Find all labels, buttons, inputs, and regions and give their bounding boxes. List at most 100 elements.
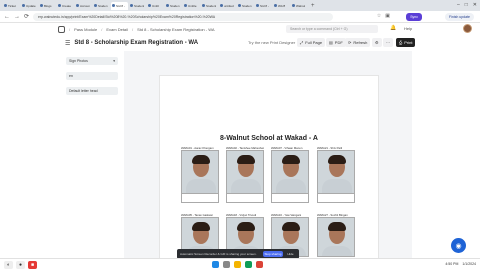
browser-tab[interactable]: Studen — [165, 2, 182, 10]
tab-favicon-icon — [76, 4, 79, 7]
global-search-input[interactable]: Search or type a command (Ctrl + G) — [286, 25, 378, 33]
app-logo-icon[interactable] — [58, 25, 65, 33]
browser-tab[interactable]: Create — [57, 2, 74, 10]
tab-favicon-icon — [58, 4, 61, 7]
finish-update-button[interactable]: Finish update — [444, 13, 474, 21]
settings-icon: ⚙ — [375, 40, 379, 45]
browser-tab[interactable]: Studen — [93, 2, 110, 10]
tab-title: Untitle — [188, 3, 197, 8]
tab-title: untitled — [224, 3, 234, 8]
more-button[interactable]: ⋯ — [383, 38, 393, 47]
taskbar-chrome-icon[interactable] — [245, 261, 252, 268]
print-format-select[interactable]: Sign Photos ▾ — [66, 57, 118, 65]
pdf-button[interactable]: ▤ PDF — [326, 38, 346, 47]
signature-box — [181, 194, 219, 203]
refresh-icon: ⟳ — [348, 40, 352, 45]
browser-tab[interactable]: Studen — [237, 2, 254, 10]
student-photo — [181, 150, 219, 194]
browser-tab[interactable]: Untitl — [147, 2, 164, 10]
student-card: WA8A02 - Tanishee Maheshwar — [226, 146, 264, 203]
browser-tab[interactable]: Update — [21, 2, 38, 10]
print-button[interactable]: ⎙ Print — [396, 38, 416, 47]
camera-icon[interactable]: ◐ — [4, 261, 13, 269]
sync-button[interactable]: Sync — [406, 13, 422, 21]
help-chat-button[interactable]: ◉ — [451, 238, 466, 253]
tab-favicon-icon — [202, 4, 205, 7]
reload-icon[interactable]: ⟳ — [24, 13, 29, 20]
taskbar-search-icon[interactable] — [223, 261, 230, 268]
microphone-icon[interactable]: ● — [16, 261, 25, 269]
breadcrumb-pass-module[interactable]: Pass Module — [74, 27, 97, 32]
close-icon[interactable]: ✕ — [473, 2, 477, 8]
print-format-value: Sign Photos — [69, 59, 88, 63]
tab-title: Studen — [242, 3, 252, 8]
help-menu[interactable]: Help — [404, 26, 412, 31]
extension-icon[interactable]: ▣ — [385, 13, 390, 19]
photo-hair — [237, 155, 255, 164]
page-title-bar: ☰ Std 8 - Scholarship Exam Registration … — [58, 35, 418, 51]
breadcrumb-exam-detail[interactable]: Exam Detail — [106, 27, 128, 32]
print-settings-panel: Sign Photos ▾ en Default letter head — [66, 57, 118, 102]
photo-hair — [192, 222, 210, 231]
browser-tab[interactable]: untitled — [219, 2, 236, 10]
taskbar-start-icon[interactable] — [212, 261, 219, 268]
browser-tab[interactable]: Walnut — [291, 2, 308, 10]
refresh-button[interactable]: ⟳ Refresh — [345, 38, 371, 47]
clock-date: 1/1/2024 — [462, 262, 476, 266]
tab-title: Std 8 - — [116, 3, 125, 8]
photo-hair — [282, 222, 300, 231]
user-avatar[interactable] — [463, 24, 472, 33]
taskbar-files-icon[interactable] — [234, 261, 241, 268]
forward-icon[interactable]: → — [14, 14, 20, 20]
browser-tab[interactable]: WA B — [273, 2, 290, 10]
browser-tab[interactable]: Accoun — [75, 2, 92, 10]
tab-favicon-icon — [22, 4, 25, 7]
signature-box — [271, 194, 309, 203]
breadcrumb-separator: / — [69, 26, 71, 32]
school-title: 8-Walnut School at Wakad - A — [219, 135, 318, 142]
taskbar-app-icon[interactable] — [256, 261, 263, 268]
star-icon[interactable]: ☆ — [377, 13, 381, 19]
record-icon[interactable]: ■ — [28, 261, 37, 269]
browser-tab[interactable]: Ticket — [3, 2, 20, 10]
tab-title: Student — [134, 3, 145, 8]
url-field[interactable]: erp.walnutedu.in/app/print/Exam%20Detail… — [33, 12, 334, 21]
app-header: / Pass Module / Exam Detail / Std 8 - Sc… — [58, 23, 472, 35]
minimize-icon[interactable]: – — [457, 2, 460, 8]
maximize-icon[interactable]: □ — [465, 2, 468, 8]
browser-tab[interactable]: Untitle — [183, 2, 200, 10]
breadcrumb-current-doc[interactable]: Std 8 - Scholarship Exam Registration - … — [137, 27, 214, 32]
printer-icon: ⎙ — [399, 40, 403, 45]
tab-title: Accoun — [80, 3, 91, 8]
file-icon: ▤ — [329, 40, 333, 45]
letter-head-field[interactable]: Default letter head — [66, 87, 118, 95]
tab-title: Update — [26, 3, 36, 8]
photo-body — [276, 179, 306, 193]
tab-favicon-icon — [112, 4, 115, 7]
student-card: WA8A07 - Vihaan Manon — [271, 146, 309, 203]
photo-hair — [237, 222, 255, 231]
new-tab-icon[interactable]: + — [311, 3, 315, 9]
browser-tab[interactable]: Std 8 - — [111, 1, 128, 10]
notification-bell-icon[interactable]: 🔔 — [390, 25, 396, 31]
language-field[interactable]: en — [66, 72, 118, 80]
browser-tab[interactable]: Std 8 - — [255, 2, 272, 10]
browser-tab[interactable]: Blogs — [39, 2, 56, 10]
hide-button[interactable]: Hide — [287, 252, 293, 256]
breadcrumb-separator: / — [101, 26, 103, 32]
back-icon[interactable]: ← — [4, 14, 10, 20]
settings-button[interactable]: ⚙ — [372, 38, 382, 47]
sidebar-toggle-icon[interactable]: ☰ — [65, 40, 70, 47]
browser-tab[interactable]: Student — [201, 2, 218, 10]
student-card: WA8A21 - Shiv Patil — [317, 146, 355, 203]
stop-sharing-button[interactable]: Stop sharing — [262, 251, 284, 257]
refresh-label: Refresh — [353, 40, 368, 45]
photo-hair — [328, 222, 346, 231]
photo-hair — [282, 155, 300, 164]
tab-favicon-icon — [238, 4, 241, 7]
tab-title: WA B — [278, 3, 286, 8]
try-print-designer-link[interactable]: Try the new Print Designer — [248, 40, 295, 45]
tab-title: Studen — [170, 3, 180, 8]
browser-tab[interactable]: Student — [129, 2, 146, 10]
full-page-button[interactable]: ⤢ Full Page — [297, 38, 326, 47]
